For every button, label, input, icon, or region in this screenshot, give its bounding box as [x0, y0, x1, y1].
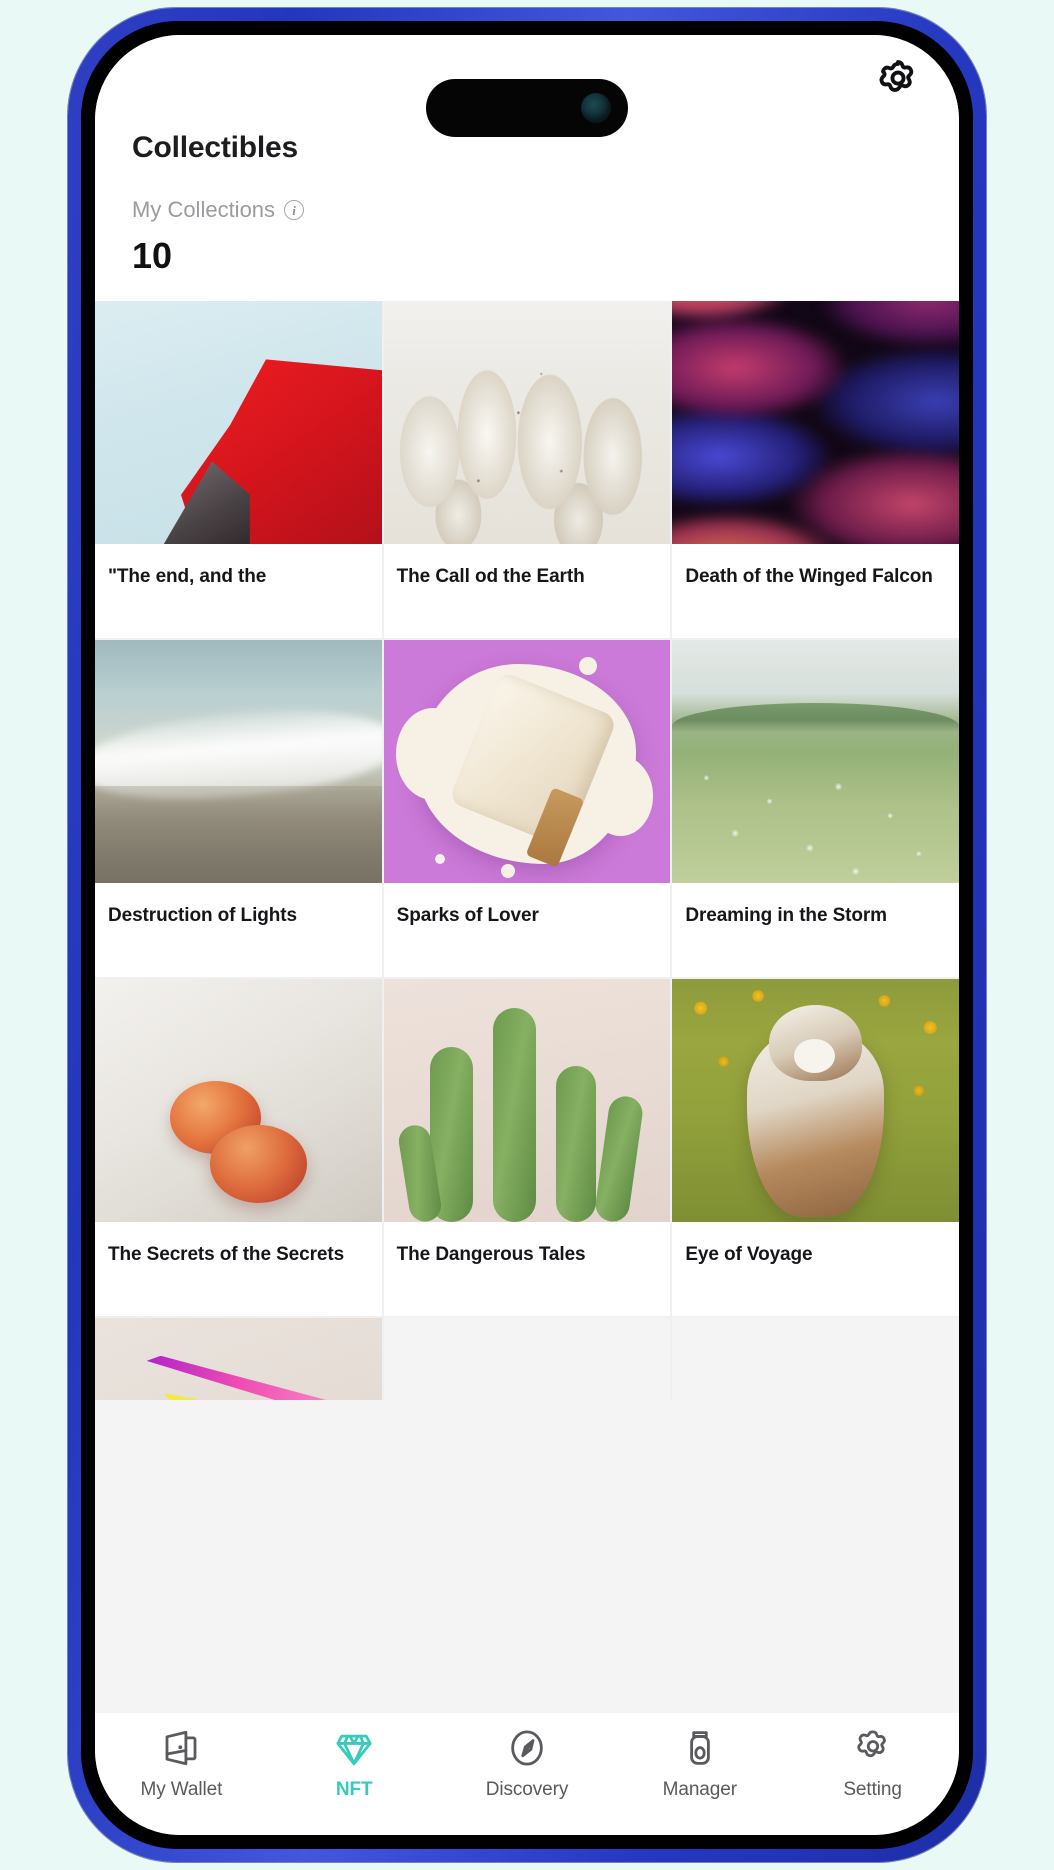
gear-icon[interactable]: [875, 57, 921, 103]
phone-screen: Collectibles My Collections i 10 "The en…: [95, 35, 959, 1835]
nft-thumbnail: [95, 301, 382, 544]
art-peach-artwork: [95, 979, 382, 1222]
tab-setting[interactable]: Setting: [786, 1727, 959, 1801]
nft-card-sparks-of-lover[interactable]: Sparks of Lover: [383, 640, 671, 977]
nft-thumbnail: [383, 979, 671, 1222]
tab-nft[interactable]: NFT: [268, 1727, 441, 1801]
cactus-stalk: [555, 1066, 596, 1222]
dynamic-island: [426, 79, 628, 137]
nft-thumbnail: [672, 979, 959, 1222]
nft-thumbnail: [95, 979, 382, 1222]
nft-title: The Call od the Earth: [396, 566, 585, 587]
my-collections-label: My Collections: [132, 197, 276, 222]
nft-thumbnail-empty: [383, 1318, 671, 1400]
nft-card-death-of-the-winged-falcon[interactable]: Death of the Winged Falcon: [672, 301, 959, 638]
nft-title: The Secrets of the Secrets: [108, 1244, 345, 1265]
tab-label: NFT: [335, 1779, 373, 1800]
my-collections-row: My Collections i: [132, 197, 305, 223]
drop: [578, 657, 597, 675]
page-title: Collectibles: [132, 131, 298, 164]
nft-grid: "The end, and the The Call od the Earth De…: [95, 301, 959, 1400]
nft-thumbnail: [95, 1318, 382, 1400]
collections-count: 10: [132, 235, 173, 276]
art-popsicle-artwork: [383, 640, 671, 883]
gear-icon: [852, 1727, 894, 1769]
compass-icon: [506, 1727, 548, 1769]
nft-card-dreaming-in-the-storm[interactable]: Dreaming in the Storm: [672, 640, 959, 977]
diamond-icon: [333, 1727, 375, 1769]
nft-card-the-call-od-the-earth[interactable]: The Call od the Earth: [383, 301, 671, 638]
art-waves-artwork: [672, 301, 959, 544]
nft-card-empty-slot: [383, 1318, 671, 1400]
drop: [435, 853, 446, 864]
nft-thumbnail: [672, 640, 959, 883]
art-wave-artwork: [95, 640, 382, 883]
art-cactus-artwork: [383, 979, 671, 1222]
phone-bezel: Collectibles My Collections i 10 "The en…: [81, 21, 973, 1849]
screenshot-root: Collectibles My Collections i 10 "The en…: [0, 0, 1054, 1870]
info-icon[interactable]: i: [284, 200, 305, 220]
nft-card-destruction-of-lights[interactable]: Destruction of Lights: [95, 640, 382, 977]
tab-my-wallet[interactable]: My Wallet: [95, 1727, 268, 1801]
nft-thumbnail-empty: [672, 1318, 959, 1400]
drop: [501, 863, 516, 878]
nft-card-the-end-and-the[interactable]: "The end, and the: [95, 301, 382, 638]
art-flag-artwork: [95, 301, 382, 544]
nft-thumbnail: [383, 640, 671, 883]
phone-frame: Collectibles My Collections i 10 "The en…: [68, 8, 986, 1862]
tab-label: Manager: [662, 1779, 737, 1800]
nft-thumbnail: [383, 301, 671, 544]
nft-card-eye-of-voyage[interactable]: Eye of Voyage: [672, 979, 959, 1316]
nft-grid-scroll[interactable]: "The end, and the The Call od the Earth De…: [95, 301, 959, 1713]
tab-manager[interactable]: Manager: [613, 1727, 786, 1801]
nft-card-partial[interactable]: [95, 1318, 382, 1400]
nft-thumbnail: [95, 640, 382, 883]
usb-key-icon: [679, 1727, 721, 1769]
nft-title: Dreaming in the Storm: [685, 905, 887, 926]
wallet-icon: [160, 1727, 202, 1769]
nft-title: Eye of Voyage: [685, 1244, 813, 1265]
nft-title: The Dangerous Tales: [396, 1244, 586, 1265]
nft-title: Death of the Winged Falcon: [685, 566, 933, 587]
camera-lens-icon: [581, 93, 611, 123]
nft-card-the-dangerous-tales[interactable]: The Dangerous Tales: [383, 979, 671, 1316]
husky-shape: [746, 1004, 885, 1218]
cactus-stalk: [492, 1008, 536, 1222]
art-geo-artwork: [95, 1318, 382, 1400]
cactus-stalk: [592, 1093, 645, 1222]
app-header: Collectibles My Collections i 10: [95, 35, 959, 301]
tab-label: My Wallet: [140, 1779, 223, 1800]
art-husky-artwork: [672, 979, 959, 1222]
nft-title: Destruction of Lights: [108, 905, 297, 926]
art-meadow-artwork: [672, 640, 959, 883]
tab-discovery[interactable]: Discovery: [441, 1727, 614, 1801]
bottom-tab-bar: My Wallet NFT Discovery Manager Setting: [95, 1713, 959, 1835]
nft-title: "The end, and the: [108, 566, 267, 587]
nft-title: Sparks of Lover: [396, 905, 539, 926]
nft-card-the-secrets-of-the-secrets[interactable]: The Secrets of the Secrets: [95, 979, 382, 1316]
tab-label: Discovery: [485, 1779, 569, 1800]
nft-card-empty-slot: [672, 1318, 959, 1400]
nft-thumbnail: [672, 301, 959, 544]
tab-label: Setting: [843, 1779, 902, 1800]
art-coral-artwork: [383, 301, 671, 544]
